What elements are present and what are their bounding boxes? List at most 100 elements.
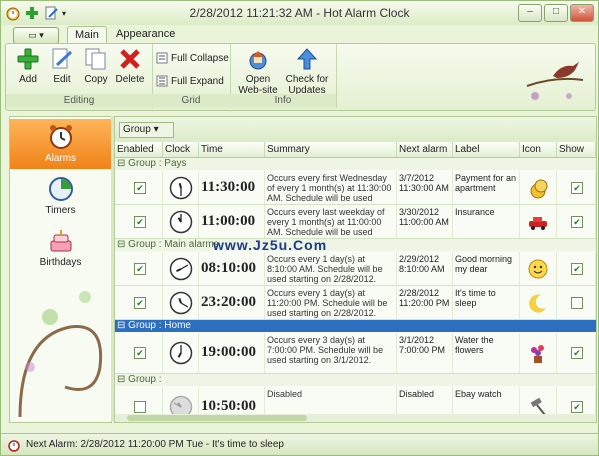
maximize-button[interactable]: □	[544, 4, 568, 22]
column-header-icon[interactable]: Icon	[520, 142, 557, 157]
enabled-checkbox[interactable]: ✔	[134, 215, 146, 228]
group-row[interactable]: ⊟ Group : Pays	[115, 158, 596, 170]
copy-button[interactable]: Copy	[80, 47, 112, 85]
enabled-checkbox[interactable]	[134, 401, 146, 413]
group-by-button[interactable]: Group ▾	[119, 122, 174, 138]
full-collapse-button[interactable]: Full Collapse	[156, 52, 229, 64]
label-cell: It's time to sleep	[453, 286, 520, 319]
editing-group: Add Edit Copy Delete Editing	[6, 44, 153, 108]
alarm-time: 23:20:00	[201, 293, 256, 310]
alarm-label: It's time to sleep	[455, 288, 496, 308]
show-checkbox[interactable]: ✔	[571, 347, 583, 359]
alarm-label: Ebay watch	[455, 389, 502, 399]
quick-access-toolbar: ▾	[1, 5, 66, 21]
nav-item-timers[interactable]: Timers	[10, 171, 111, 221]
close-button[interactable]: ✕	[570, 4, 594, 22]
group-expander-icon[interactable]: ⊟	[117, 374, 125, 385]
delete-button[interactable]: Delete	[114, 47, 146, 85]
enabled-cell: ✔	[115, 333, 163, 373]
next-alarm-value: 3/1/2012 7:00:00 PM	[399, 335, 446, 355]
table-row[interactable]: ✔ 19:00:00 Occurs every 3 day(s) at 7:00:0…	[115, 333, 596, 374]
add-button[interactable]: Add	[12, 47, 44, 85]
group-row[interactable]: ⊟ Group : Main alarms	[115, 239, 596, 251]
column-header-summary[interactable]: Summary	[265, 142, 397, 157]
show-checkbox[interactable]: ✔	[571, 262, 583, 275]
alarm-time: 11:30:00	[201, 178, 256, 195]
summary-cell: Occurs every 1 day(s) at 11:20:00 PM. Sc…	[265, 286, 397, 319]
open-website-button[interactable]: Open Web-site	[236, 47, 280, 96]
table-row[interactable]: ✔ 11:30:00 Occurs every first Wednesday of…	[115, 171, 596, 205]
window-controls: – □ ✕	[518, 4, 594, 22]
table-row[interactable]: ✔ 23:20:00 Occurs every 1 day(s) at 11:20:…	[115, 286, 596, 320]
table-row[interactable]: ✔ 11:00:00 Occurs every last weekday of ev…	[115, 205, 596, 239]
check-updates-button[interactable]: Check for Updates	[284, 47, 330, 96]
moon-icon	[529, 294, 546, 313]
qa-dropdown-icon[interactable]: ▾	[62, 9, 66, 18]
horizontal-scrollbar[interactable]	[115, 414, 596, 422]
alarm-clock-app-icon[interactable]	[5, 5, 21, 21]
tab-main[interactable]: Main	[67, 26, 107, 44]
label-cell: Insurance	[453, 205, 520, 238]
info-group-label: Info	[230, 94, 336, 107]
scrollbar-thumb[interactable]	[127, 415, 307, 421]
alarm-summary: Occurs every last weekday of every 1 mon…	[267, 207, 385, 238]
nav-item-alarms[interactable]: Alarms	[10, 119, 111, 169]
minimize-button[interactable]: –	[518, 4, 542, 22]
show-checkbox[interactable]: ✔	[571, 215, 583, 228]
nav-item-birthdays[interactable]: Birthdays	[10, 223, 111, 273]
ribbon: Add Edit Copy Delete Editing Full Collap…	[5, 43, 596, 111]
time-cell: 23:20:00	[199, 286, 265, 319]
enabled-checkbox[interactable]: ✔	[134, 262, 146, 275]
app-window: ▾ 2/28/2012 11:21:32 AM - Hot Alarm Cloc…	[0, 0, 599, 456]
title-bar: ▾ 2/28/2012 11:21:32 AM - Hot Alarm Cloc…	[1, 1, 598, 25]
label-cell: Water the flowers	[453, 333, 520, 373]
enabled-checkbox[interactable]: ✔	[134, 181, 146, 194]
full-expand-button[interactable]: Full Expand	[156, 75, 224, 87]
column-header-label[interactable]: Label	[453, 142, 520, 157]
add-icon	[17, 48, 39, 70]
tab-appearance[interactable]: Appearance	[109, 26, 182, 43]
group-row[interactable]: ⊟ Group :	[115, 374, 596, 386]
column-header-enabled[interactable]: Enabled	[115, 142, 163, 157]
group-expander-icon[interactable]: ⊟	[117, 239, 125, 250]
table-row[interactable]: ✔ 08:10:00 Occurs every 1 day(s) at 8:10:0…	[115, 252, 596, 286]
delete-button-label: Delete	[115, 74, 145, 85]
group-title: Group : Pays	[128, 158, 187, 169]
alarm-label: Payment for an apartment	[455, 173, 517, 193]
alarm-summary: Occurs every 3 day(s) at 7:00:00 PM. Sch…	[267, 335, 384, 365]
group-row[interactable]: ⊟ Group : Home	[115, 320, 596, 332]
show-checkbox[interactable]: ✔	[571, 401, 583, 413]
icon-cell	[520, 205, 557, 238]
time-cell: 19:00:00	[199, 333, 265, 373]
alarm-time: 10:50:00	[201, 398, 256, 414]
enabled-checkbox[interactable]: ✔	[134, 347, 146, 359]
clock-cell	[163, 171, 199, 204]
add-icon[interactable]	[24, 5, 40, 21]
show-checkbox[interactable]: ✔	[571, 181, 583, 194]
icon-cell	[520, 286, 557, 319]
enabled-checkbox[interactable]: ✔	[134, 296, 146, 309]
time-cell: 11:30:00	[199, 171, 265, 204]
icon-cell	[520, 252, 557, 285]
column-header-clock[interactable]: Clock	[163, 142, 199, 157]
timer-icon	[48, 177, 73, 201]
show-checkbox[interactable]	[571, 296, 583, 309]
group-expander-icon[interactable]: ⊟	[117, 320, 125, 331]
group-expander-icon[interactable]: ⊟	[117, 158, 125, 169]
column-header-time[interactable]: Time	[199, 142, 265, 157]
application-menu-button[interactable]: ▭ ▾	[13, 27, 59, 44]
copy-button-label: Copy	[84, 74, 108, 85]
analog-clock-icon	[169, 341, 193, 365]
column-header-show[interactable]: Show ...	[557, 142, 596, 170]
clock-cell	[163, 252, 199, 285]
label-cell: Payment for an apartment	[453, 171, 520, 204]
column-header-next-alarm[interactable]: Next alarm	[397, 142, 453, 157]
show-cell	[557, 286, 596, 319]
next-alarm-value: 2/29/2012 8:10:00 AM	[399, 254, 445, 274]
grid-group-label: Grid	[152, 94, 230, 107]
label-cell: Good morning my dear	[453, 252, 520, 285]
edit-button[interactable]: Edit	[46, 47, 78, 85]
window-title: 2/28/2012 11:21:32 AM - Hot Alarm Clock	[189, 6, 410, 20]
edit-icon[interactable]	[43, 5, 59, 21]
full-expand-label: Full Expand	[171, 75, 224, 87]
